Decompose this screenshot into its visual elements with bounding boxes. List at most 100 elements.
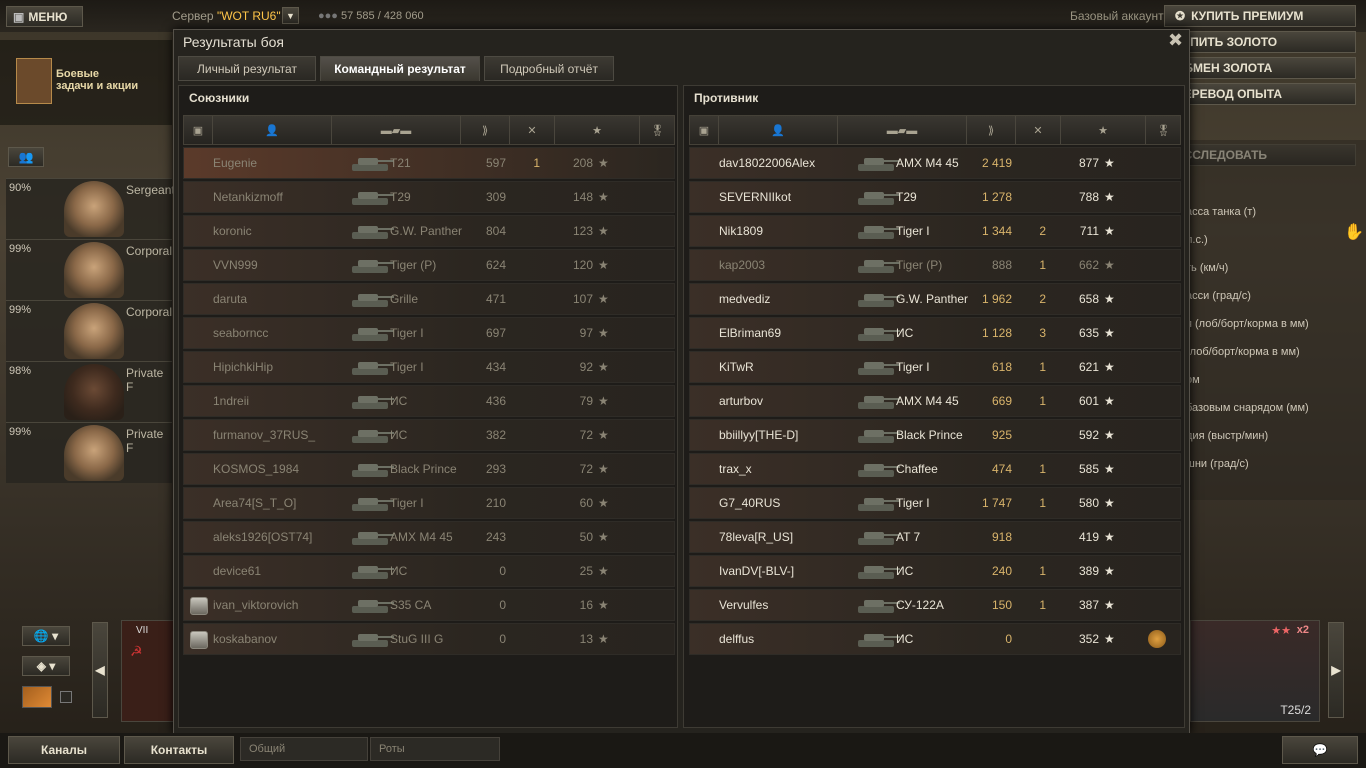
table-row: Vervulfes СУ-122А 150 1 387 ★ [689, 589, 1181, 621]
channels-button[interactable]: Каналы [8, 736, 120, 764]
tank-icon [348, 424, 394, 446]
chat-button[interactable]: 💬 [1282, 736, 1358, 764]
player-name: dav18022006Alex [719, 156, 816, 170]
crew-portrait [64, 303, 124, 359]
tank-icon [854, 492, 900, 514]
table-row: VVN999 Tiger (P) 624 120 ★ [183, 249, 675, 281]
crew-button[interactable]: 👥 [8, 147, 44, 167]
server-label: Сервер [172, 9, 214, 23]
player-name: 1ndreii [213, 394, 250, 408]
crew-member[interactable]: 99% Private F [6, 422, 172, 483]
stat-line: базовым снарядом (мм) [1186, 402, 1309, 414]
xp-star-icon: ★ [598, 360, 609, 374]
player-name: furmanov_37RUS_ [213, 428, 316, 442]
carousel-tank-right[interactable]: ★★ x2 T25/2 [1190, 620, 1320, 722]
damage-value: 804 [485, 224, 506, 238]
kills-value: 2 [1039, 292, 1046, 306]
carousel-prev-button[interactable]: ◀ [92, 622, 108, 718]
general-chat-tab[interactable]: Общий [240, 737, 368, 761]
ussr-flag-icon: ☭ [130, 643, 143, 659]
tank-icon [348, 458, 394, 480]
achievement-column-icon[interactable]: 🎖 [1146, 116, 1181, 144]
close-icon[interactable]: ✖ [1168, 30, 1183, 51]
player-name: bbiillyy[THE-D] [719, 428, 799, 442]
table-row: aleks1926[OST74] AMX M4 45 243 50 ★ [183, 521, 675, 553]
achievement-column-icon[interactable]: 🎖 [640, 116, 675, 144]
crew-member[interactable]: 98% Private F [6, 361, 172, 422]
damage-value: 0 [499, 564, 506, 578]
table-row: ElBriman69 ИС 1 128 3 635 ★ [689, 317, 1181, 349]
buy-gold-button[interactable]: КУПИТЬ ЗОЛОТО [1164, 31, 1356, 53]
menu-icon: ▣ [13, 9, 25, 24]
medal-column-icon[interactable]: ▣ [690, 116, 719, 144]
general-chat-label: Общий [249, 743, 286, 755]
player-column-icon[interactable]: 👤 [719, 116, 838, 144]
carousel-tank-left[interactable]: VII ☭ [121, 620, 175, 722]
crew-member[interactable]: 99% Corporal [6, 300, 172, 361]
table-row: KOSMOS_1984 Black Prince 293 72 ★ [183, 453, 675, 485]
type-filter[interactable]: ◈ ▾ [22, 656, 70, 676]
table-row: SEVERNIIkot T29 1 278 788 ★ [689, 181, 1181, 213]
player-name: arturbov [719, 394, 764, 408]
crew-rank: Corporal [126, 244, 173, 258]
tab-personal[interactable]: Личный результат [178, 56, 316, 81]
player-name: koskabanov [213, 632, 278, 646]
tank-icon [348, 526, 394, 548]
xp-star-icon: ★ [1104, 156, 1115, 170]
missions-link[interactable]: Боевые задачи и акции [56, 68, 138, 92]
stat-line: дия (выстр/мин) [1186, 430, 1269, 442]
table-row: koronic G.W. Panther 804 123 ★ [183, 215, 675, 247]
xp-value: 120 [572, 258, 593, 272]
buy-premium-button[interactable]: ✪ КУПИТЬ ПРЕМИУМ [1164, 5, 1356, 27]
medal-column-icon[interactable]: ▣ [184, 116, 213, 144]
tab-team[interactable]: Командный результат [320, 56, 480, 81]
xp-column-icon[interactable]: ★ [555, 116, 640, 144]
player-name: delffus [719, 632, 755, 646]
xp-value: 387 [1078, 598, 1099, 612]
table-row: medvediz G.W. Panther 1 962 2 658 ★ [689, 283, 1181, 315]
xp-star-icon: ★ [598, 326, 609, 340]
damage-value: 240 [991, 564, 1012, 578]
table-row: Netankizmoff T29 309 148 ★ [183, 181, 675, 213]
nation-filter[interactable]: 🌐 ▾ [22, 626, 70, 646]
damage-column-icon[interactable]: ⟫ [967, 116, 1016, 144]
tank-column-icon[interactable]: ▬▰▬ [838, 116, 967, 144]
tank-column-icon[interactable]: ▬▰▬ [332, 116, 461, 144]
chat-icon: 💬 [1312, 743, 1328, 757]
convert-xp-button[interactable]: ПЕРЕВОД ОПЫТА [1164, 83, 1356, 105]
tank-icon [854, 220, 900, 242]
kills-value [510, 250, 540, 280]
damage-value: 1 962 [981, 292, 1012, 306]
table-row: bbiillyy[THE-D] Black Prince 925 592 ★ [689, 419, 1181, 451]
xp-star-icon: ★ [598, 632, 609, 646]
kills-value [510, 454, 540, 484]
crew-member[interactable]: 90% Sergeant [6, 178, 175, 239]
missions-icon[interactable] [16, 58, 52, 104]
xp-column-icon[interactable]: ★ [1061, 116, 1146, 144]
companies-chat-tab[interactable]: Роты [370, 737, 500, 761]
menu-button[interactable]: ▣ МЕНЮ [6, 6, 83, 27]
player-name: Netankizmoff [213, 190, 283, 204]
tank-icon [348, 322, 394, 344]
ready-filter[interactable] [22, 686, 52, 708]
xp-star-icon: ★ [598, 462, 609, 476]
player-name: Vervulfes [719, 598, 769, 612]
xp-star-icon: ★ [598, 428, 609, 442]
carousel-next-button[interactable]: ▶ [1328, 622, 1344, 718]
chevron-left-icon: ◀ [95, 663, 105, 677]
player-column-icon[interactable]: 👤 [213, 116, 332, 144]
xp-value: 25 [579, 564, 593, 578]
tab-detailed[interactable]: Подробный отчёт [484, 56, 614, 81]
kills-column-icon[interactable]: ✕ [510, 116, 555, 144]
damage-column-icon[interactable]: ⟫ [461, 116, 510, 144]
contacts-button[interactable]: Контакты [124, 736, 234, 764]
table-row: G7_40RUS Tiger I1 747 1 580 ★ [689, 487, 1181, 519]
menu-label: МЕНЮ [28, 9, 68, 24]
crew-portrait [64, 242, 124, 298]
exchange-gold-button[interactable]: ОБМЕН ЗОЛОТА [1164, 57, 1356, 79]
kills-column-icon[interactable]: ✕ [1016, 116, 1061, 144]
server-dropdown-button[interactable]: ▼ [282, 7, 299, 24]
crew-member[interactable]: 99% Corporal [6, 239, 172, 300]
ready-checkbox[interactable] [60, 691, 72, 703]
player-name: KiTwR [719, 360, 754, 374]
